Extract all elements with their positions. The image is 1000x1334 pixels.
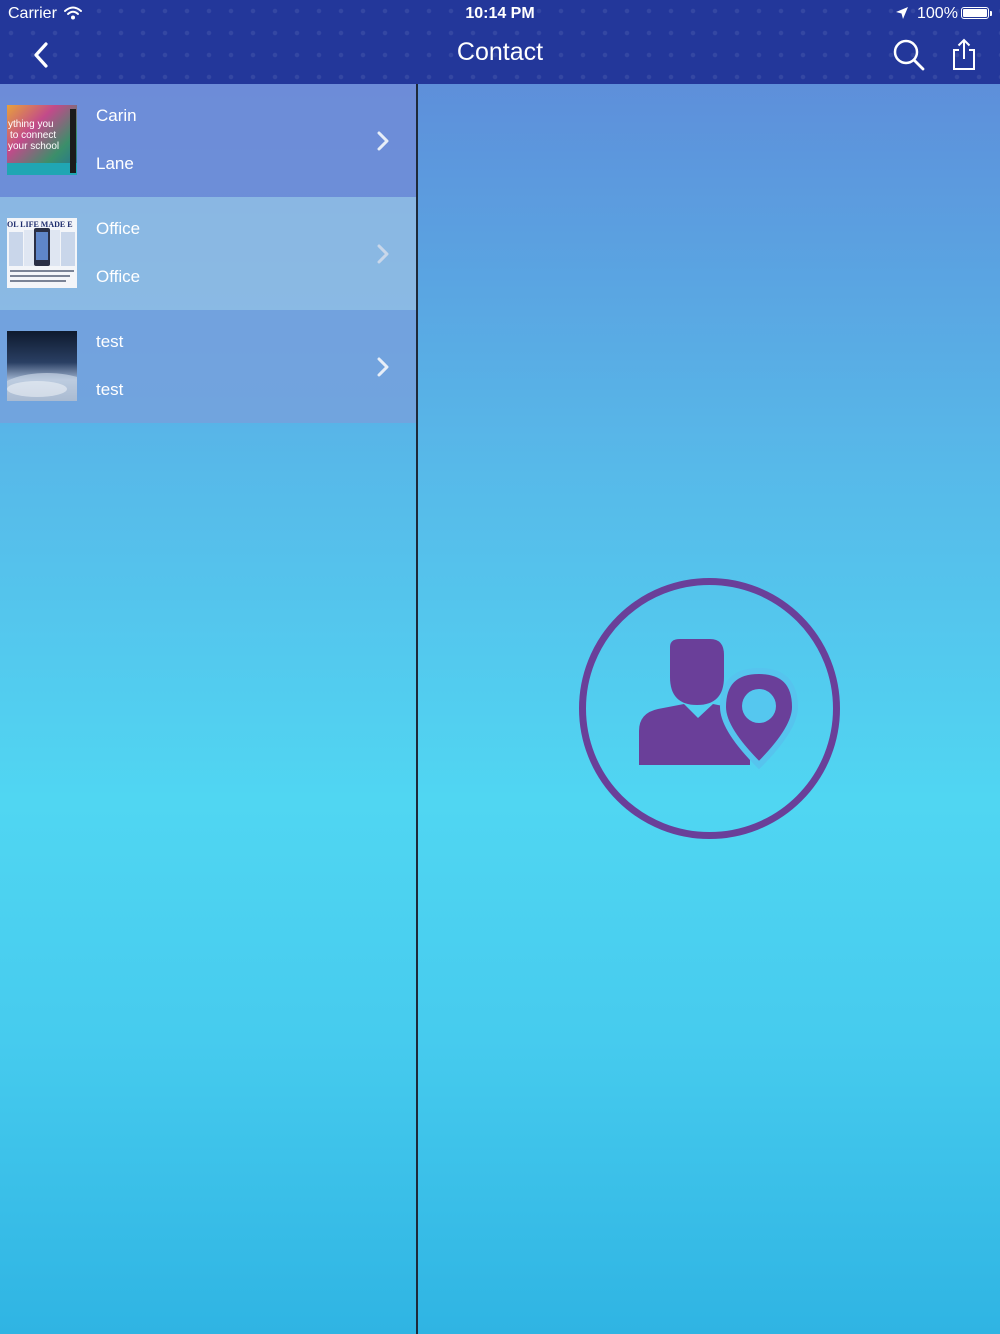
battery-tip (990, 11, 992, 16)
thumbnail-text: ything you (8, 119, 54, 130)
split-divider (416, 84, 418, 1334)
contact-location-icon (578, 577, 841, 840)
contact-name: Carin (96, 106, 137, 125)
contact-name: Office (96, 219, 141, 238)
battery-percent: 100% (917, 5, 958, 22)
share-icon (953, 38, 975, 70)
thumbnail-text: to connect (10, 130, 56, 141)
page-title: Contact (456, 38, 544, 66)
thumbnail-text: your school (8, 141, 59, 152)
contact-name: test (96, 332, 124, 351)
search-button[interactable] (890, 36, 928, 74)
battery-icon (961, 7, 989, 19)
contact-detail: Office (96, 267, 141, 286)
contact-thumbnail: OL LIFE MADE E (7, 218, 77, 288)
contact-list-item[interactable]: OL LIFE MADE E Office Office (0, 197, 416, 310)
contact-thumbnail (7, 331, 77, 401)
contact-thumbnail: ything you to connect your school (7, 105, 77, 175)
contact-detail: Lane (96, 154, 134, 173)
chevron-right-icon (374, 130, 392, 152)
thumbnail-text: OL LIFE MADE E (7, 220, 73, 229)
header: Carrier 10:14 PM 100% Contact (0, 0, 1000, 84)
chevron-right-icon (374, 356, 392, 378)
contact-detail: test (96, 380, 124, 399)
status-time: 10:14 PM (465, 5, 535, 22)
status-bar: Carrier 10:14 PM 100% (0, 0, 1000, 28)
location-arrow-icon (895, 6, 909, 25)
contact-list: ything you to connect your school Carin … (0, 84, 416, 423)
app-screen: Carrier 10:14 PM 100% Contact ything you… (0, 0, 1000, 1334)
search-icon (893, 39, 925, 71)
contact-list-item[interactable]: test test (0, 310, 416, 423)
chevron-right-icon (374, 243, 392, 265)
contact-list-item[interactable]: ything you to connect your school Carin … (0, 84, 416, 197)
share-button[interactable] (948, 36, 980, 74)
